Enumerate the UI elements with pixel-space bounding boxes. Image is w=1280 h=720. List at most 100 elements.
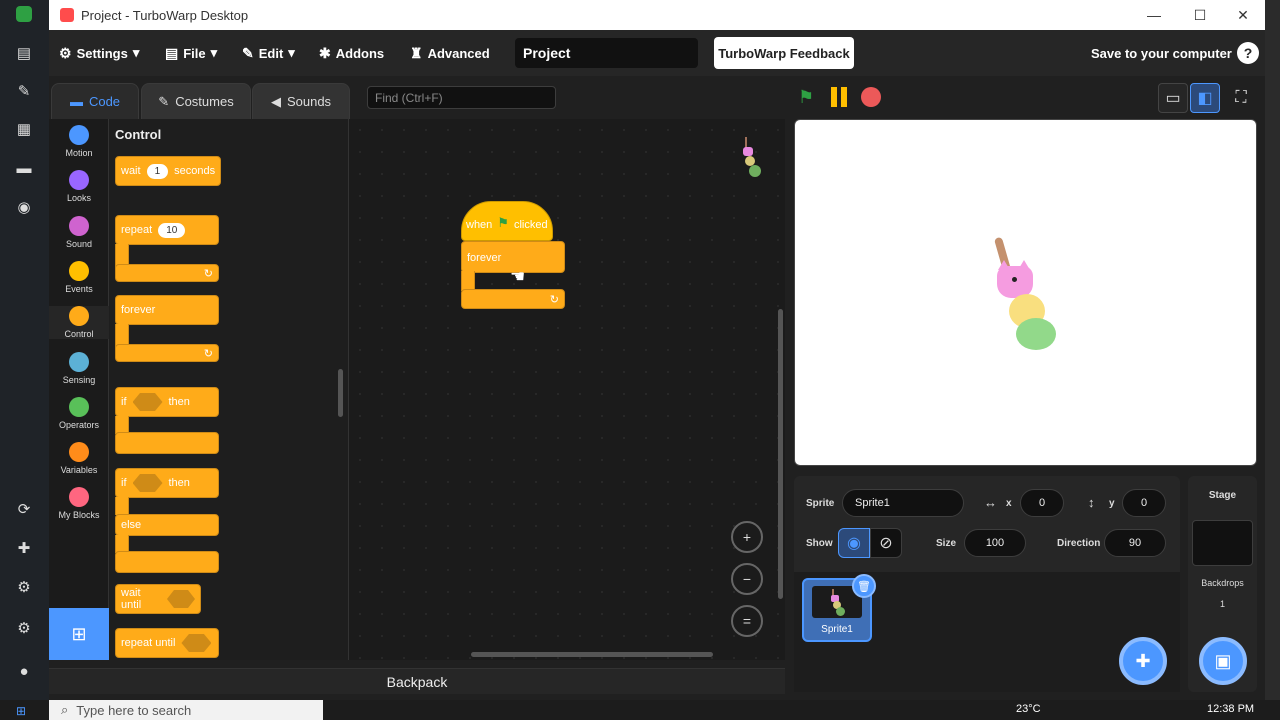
condition-slot[interactable] <box>132 474 163 492</box>
category-label: Motion <box>65 148 93 158</box>
caret-down-icon: ▾ <box>132 45 140 60</box>
find-input[interactable]: Find (Ctrl+F) <box>367 86 556 109</box>
backdrop-thumbnail[interactable] <box>1192 520 1253 566</box>
condition-slot[interactable] <box>181 634 212 652</box>
repeat-block[interactable]: repeat 10 <box>115 215 219 245</box>
title-bar: Project - TurboWarp Desktop — ☐ ✕ <box>49 0 1265 30</box>
when-flag-clicked-block[interactable]: when ⚑ clicked <box>461 201 553 241</box>
window-title: Project - TurboWarp Desktop <box>81 7 249 23</box>
fullscreen-button[interactable]: ⛶ <box>1226 83 1256 113</box>
large-stage-button[interactable]: ◧ <box>1190 83 1220 113</box>
sprite-name-input[interactable]: Sprite1 <box>842 489 964 517</box>
backdrops-count: 1 <box>1219 599 1225 609</box>
menu-bar: ⚙ Settings ▾ ▤ File ▾ ✎ Edit ▾ ✱ Addons ♜ Advanc… <box>49 30 1265 76</box>
if-then-block[interactable]: if then <box>115 387 219 417</box>
block-input[interactable]: 1 <box>146 163 169 179</box>
category-label: Events <box>65 283 93 294</box>
tools-icon[interactable]: ✚ <box>12 537 36 559</box>
play-icon[interactable]: ◉ <box>12 196 36 218</box>
app-window: Project - TurboWarp Desktop — ☐ ✕ ⚙ Setti… <box>49 0 1265 700</box>
wrench-icon[interactable]: ⚙ <box>12 576 36 598</box>
size-input[interactable]: 100 <box>964 529 1026 557</box>
block-text: when <box>466 219 493 231</box>
stop-button[interactable] <box>861 87 881 107</box>
category-label: My Blocks <box>58 510 100 521</box>
zoom-reset-button[interactable]: = <box>731 605 763 637</box>
gear-icon[interactable]: ⚙ <box>12 617 36 639</box>
direction-input[interactable]: 90 <box>1104 529 1166 557</box>
repeat-until-block[interactable]: repeat until <box>115 628 219 658</box>
taskbar-search[interactable]: ⌕ Type here to search <box>49 700 323 720</box>
category-dot-icon <box>69 215 89 236</box>
green-flag-icon: ⚑ <box>497 215 509 230</box>
category-menu: Motion Looks Sound Events Control Sensing Oper… <box>49 119 109 660</box>
settings-menu[interactable]: ⚙ Settings ▾ <box>59 30 139 76</box>
palette-scrollbar[interactable] <box>338 369 343 417</box>
file-menu[interactable]: ▤ File ▾ <box>165 30 217 76</box>
advanced-menu[interactable]: ♜ Advanced <box>410 30 490 76</box>
script-workspace[interactable]: when ⚑ clicked forever ↻ ☚ <box>349 119 785 660</box>
file-icon: ▤ <box>165 44 179 61</box>
app-icon[interactable] <box>16 6 32 22</box>
x-input[interactable]: 0 <box>1020 489 1064 517</box>
clapper-icon[interactable]: ▬ <box>12 157 36 179</box>
add-extension-button[interactable]: ⊞ <box>49 608 109 660</box>
y-input[interactable]: 0 <box>1122 489 1166 517</box>
size-label: Size <box>936 538 957 549</box>
hide-sprite-button[interactable]: ⊘ <box>870 528 902 558</box>
edit-menu[interactable]: ✎ Edit ▾ <box>242 30 295 76</box>
user-icon[interactable]: ● <box>12 660 36 682</box>
category-operators[interactable]: Operators <box>49 396 109 430</box>
maximize-button[interactable]: ☐ <box>1177 0 1223 30</box>
show-sprite-button[interactable]: ◉ <box>838 528 870 558</box>
block-input[interactable]: 10 <box>158 222 186 238</box>
wait-seconds-block[interactable]: wait 1 seconds <box>115 156 221 186</box>
save-to-computer-button[interactable]: Save to your computer <box>1091 30 1232 76</box>
add-backdrop-button[interactable]: ▣ <box>1199 637 1247 685</box>
green-flag-button[interactable]: ⚑ <box>798 87 820 107</box>
delete-sprite-button[interactable]: 🗑 <box>852 574 876 598</box>
condition-slot[interactable] <box>166 590 195 608</box>
tab-sounds[interactable]: ◀ Sounds <box>252 83 350 119</box>
category-looks[interactable]: Looks <box>49 170 109 203</box>
tab-costumes[interactable]: ✎ Costumes <box>141 83 251 119</box>
workspace-horizontal-scrollbar[interactable] <box>471 652 713 657</box>
category-sensing[interactable]: Sensing <box>49 351 109 385</box>
tab-code[interactable]: ▬ Code <box>51 83 139 119</box>
add-sprite-button[interactable]: ✚ <box>1119 637 1167 685</box>
stage-canvas[interactable] <box>794 119 1257 466</box>
condition-slot[interactable] <box>132 393 163 411</box>
store-icon[interactable]: ▦ <box>12 118 36 140</box>
category-my-blocks[interactable]: My Blocks <box>49 487 109 520</box>
vertical-arrows-icon: ↕ <box>1088 495 1095 510</box>
category-sound[interactable]: Sound <box>49 215 109 249</box>
category-events[interactable]: Events <box>49 260 109 294</box>
if-else-block[interactable]: if then <box>115 468 219 498</box>
advanced-icon: ♜ <box>410 44 423 61</box>
category-dot-icon <box>69 125 89 145</box>
zoom-out-button[interactable]: − <box>731 563 763 595</box>
sync-icon[interactable]: ⟳ <box>12 498 36 520</box>
files-icon[interactable]: ▤ <box>12 42 36 64</box>
minimize-button[interactable]: — <box>1131 0 1177 30</box>
workspace-vertical-scrollbar[interactable] <box>778 309 783 599</box>
else-section: else <box>115 514 219 536</box>
category-control[interactable]: Control <box>49 306 109 340</box>
help-button[interactable]: ? <box>1237 42 1259 64</box>
feedback-button[interactable]: TurboWarp Feedback <box>714 37 854 69</box>
backpack[interactable]: Backpack <box>49 668 785 694</box>
pause-button[interactable] <box>831 87 851 107</box>
category-motion[interactable]: Motion <box>49 125 109 158</box>
forever-block[interactable]: forever <box>115 295 219 325</box>
category-variables[interactable]: Variables <box>49 442 109 475</box>
project-title-input[interactable]: Project <box>515 38 698 68</box>
sprite-thumbnail-name: Sprite1 <box>821 624 853 635</box>
small-stage-button[interactable]: ▭ <box>1158 83 1188 113</box>
paint-icon[interactable]: ✎ <box>12 80 36 102</box>
addons-menu[interactable]: ✱ Addons <box>319 30 384 76</box>
close-button[interactable]: ✕ <box>1220 0 1266 30</box>
windows-start-icon[interactable]: ⊞ <box>16 704 30 718</box>
wait-until-block[interactable]: wait until <box>115 584 201 614</box>
if-block-foot <box>115 432 219 454</box>
zoom-in-button[interactable]: + <box>731 521 763 553</box>
